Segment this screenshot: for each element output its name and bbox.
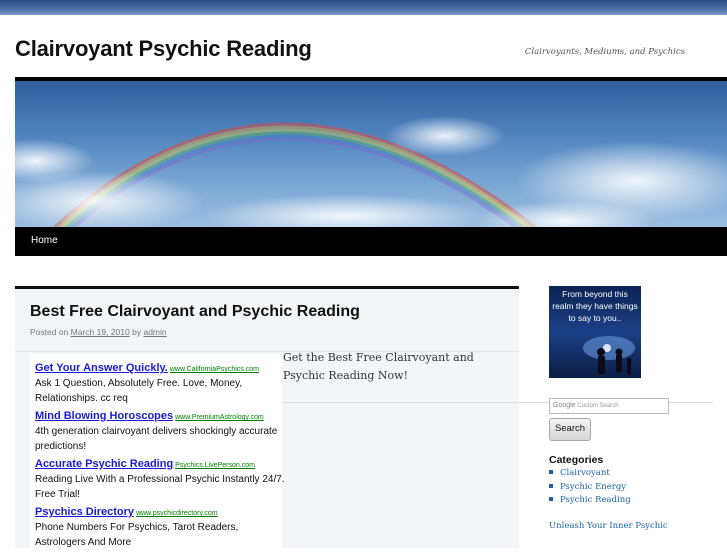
post-date-link[interactable]: March 19, 2010 [71, 327, 130, 337]
ad-item: Accurate Psychic Reading Psychics.LivePer… [35, 452, 285, 502]
category-item-psychic-reading[interactable]: Psychic Reading [549, 495, 631, 509]
ad-url-link[interactable]: www.PremiumAstrology.com [175, 414, 264, 421]
post-meta: Posted on March 19, 2010 by admin [30, 327, 167, 337]
main-navigation: Home [15, 227, 727, 256]
posted-on-label: Posted on [30, 327, 69, 337]
ad-headline-link[interactable]: Psychics Directory [35, 506, 134, 518]
search-placeholder: Custom Search [577, 403, 619, 409]
bullet-icon [549, 470, 553, 474]
ad-item: Psychics Directory www.psychicdirectory.c… [35, 500, 285, 550]
ad-description: Ask 1 Question, Absolutely Free. Love, M… [35, 378, 243, 404]
ad-url-link[interactable]: www.psychicdirectory.com [136, 510, 218, 517]
search-button[interactable]: Search [549, 418, 591, 441]
ad-headline-link[interactable]: Get Your Answer Quickly. [35, 362, 168, 374]
bullet-icon [549, 497, 553, 501]
ad-url-link[interactable]: www.CaliforniaPsychics.com [170, 366, 259, 373]
ad-headline-link[interactable]: Mind Blowing Horoscopes [35, 410, 173, 422]
category-item-clairvoyant[interactable]: Clairvoyant [549, 468, 631, 482]
post-author-link[interactable]: admin [143, 327, 166, 337]
post-body-text: Get the Best Free Clairvoyant and Psychi… [283, 351, 474, 382]
category-item-psychic-energy[interactable]: Psychic Energy [549, 482, 631, 496]
google-logo: Google [553, 402, 576, 409]
posted-by-label: by [132, 327, 142, 337]
post-container: Best Free Clairvoyant and Psychic Readin… [15, 286, 519, 554]
categories-list: Clairvoyant Psychic Energy Psychic Readi… [549, 468, 631, 509]
ad-description: Reading Live With a Professional Psychic… [35, 474, 285, 500]
ad-item: Get Your Answer Quickly. www.CaliforniaPs… [35, 356, 285, 406]
post-title[interactable]: Best Free Clairvoyant and Psychic Readin… [30, 303, 360, 321]
ad-headline-link[interactable]: Accurate Psychic Reading [35, 458, 173, 470]
header-banner-image [15, 81, 727, 227]
google-custom-search-input[interactable]: Google Custom Search [549, 398, 669, 414]
site-description: Clairvoyants, Mediums, and Psychics [524, 47, 685, 57]
ad-description: 4th generation clairvoyant delivers shoc… [35, 426, 278, 452]
top-sky-strip [0, 0, 727, 15]
sidebar-psychic-banner[interactable]: From beyond this realm they have things … [549, 286, 641, 378]
ad-url-link[interactable]: Psychics.LivePerson.com [175, 462, 255, 469]
unleash-psychic-link[interactable]: Unleash Your Inner Psychic [549, 521, 668, 531]
adsense-block: Get Your Answer Quickly. www.CaliforniaPs… [30, 354, 285, 554]
site-title[interactable]: Clairvoyant Psychic Reading [15, 36, 312, 62]
nav-home-link[interactable]: Home [31, 235, 58, 246]
bullet-icon [549, 483, 553, 488]
categories-heading: Categories [549, 454, 604, 466]
ad-description: Phone Numbers For Psychics, Tarot Reader… [35, 522, 239, 548]
ad-item: Mind Blowing Horoscopes www.PremiumAstrol… [35, 404, 285, 454]
